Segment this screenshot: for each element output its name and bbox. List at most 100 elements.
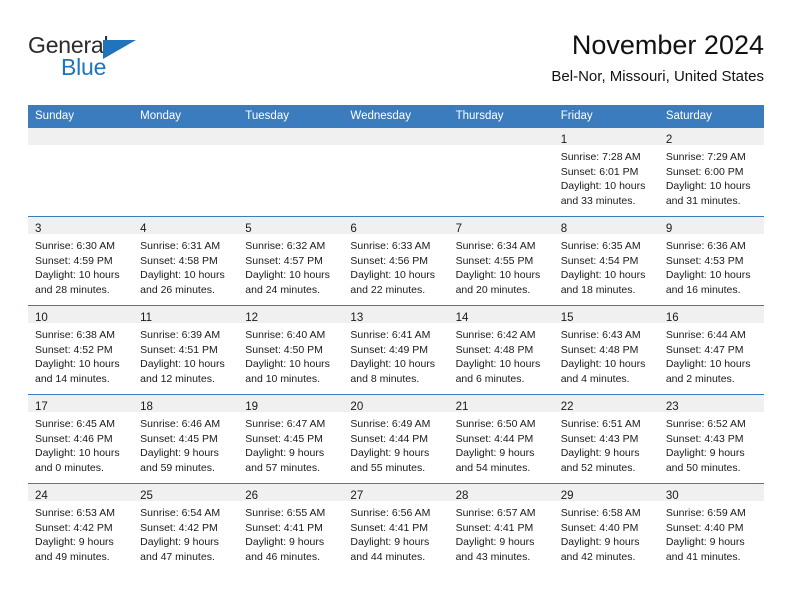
day-number: 5 [245, 223, 252, 235]
daylight-duration-line1: Daylight: 9 hours [350, 447, 430, 460]
day-number: 21 [455, 401, 469, 413]
sunrise-time: Sunrise: 7:28 AM [560, 151, 641, 163]
daylight-duration-line1: Daylight: 10 hours [455, 269, 541, 282]
calendar-day-cell[interactable]: 10 Sunrise: 6:38 AM Sunset: 4:52 PM Dayligh… [28, 305, 134, 395]
day-number: 4 [140, 223, 147, 235]
calendar-day-cell[interactable]: 1 Sunrise: 7:28 AM Sunset: 6:01 PM Daylight… [553, 127, 659, 217]
sunset-time: Sunset: 4:44 PM [350, 432, 429, 445]
day-number: 26 [245, 490, 259, 502]
weekday-header-tuesday: Tuesday [238, 105, 344, 128]
daylight-duration-line2: and 24 minutes. [245, 283, 320, 296]
day-number-band: 3 [28, 217, 134, 235]
calendar-day-cell[interactable]: 14 Sunrise: 6:42 AM Sunset: 4:48 PM Dayligh… [448, 305, 554, 395]
daylight-duration-line2: and 57 minutes. [245, 461, 320, 474]
day-number-band: 12 [238, 306, 344, 324]
calendar-day-cell[interactable]: 5 Sunrise: 6:32 AM Sunset: 4:57 PM Daylight… [238, 216, 344, 306]
sunrise-time: Sunrise: 6:31 AM [140, 240, 221, 252]
day-details: Sunrise: 6:33 AM Sunset: 4:56 PM Daylight:… [343, 234, 448, 297]
calendar-day-cell[interactable]: 29 Sunrise: 6:58 AM Sunset: 4:40 PM Dayligh… [553, 483, 659, 572]
sunset-time: Sunset: 4:40 PM [560, 521, 639, 534]
sunset-time: Sunset: 4:59 PM [35, 254, 113, 267]
day-details: Sunrise: 6:43 AM Sunset: 4:48 PM Daylight:… [554, 323, 659, 386]
day-details: Sunrise: 6:58 AM Sunset: 4:40 PM Daylight:… [554, 501, 659, 564]
day-details: Sunrise: 6:44 AM Sunset: 4:47 PM Daylight:… [659, 323, 764, 386]
calendar-day-cell[interactable]: 7 Sunrise: 6:34 AM Sunset: 4:55 PM Daylight… [448, 216, 554, 306]
day-number: 8 [560, 223, 568, 235]
calendar-day-cell[interactable]: 8 Sunrise: 6:35 AM Sunset: 4:54 PM Daylight… [553, 216, 659, 306]
location-subtitle: Bel-Nor, Missouri, United States [551, 68, 764, 85]
calendar-day-cell[interactable]: 6 Sunrise: 6:33 AM Sunset: 4:56 PM Daylight… [343, 216, 449, 306]
page-header: General Blue November 2024 Bel-Nor, Miss… [28, 28, 764, 98]
calendar-day-cell[interactable]: 20 Sunrise: 6:49 AM Sunset: 4:44 PM Dayligh… [343, 394, 449, 484]
day-number: 9 [665, 223, 673, 235]
sunset-time: Sunset: 4:42 PM [140, 521, 218, 534]
calendar-day-cell[interactable]: 4 Sunrise: 6:31 AM Sunset: 4:58 PM Daylight… [133, 216, 239, 306]
day-details: Sunrise: 6:59 AM Sunset: 4:40 PM Daylight:… [659, 501, 764, 564]
day-number: 19 [245, 401, 259, 413]
day-number-band: 26 [238, 484, 344, 502]
day-number-band: 7 [448, 217, 554, 235]
daylight-duration-line1: Daylight: 9 hours [455, 536, 535, 549]
day-number-band: 23 [658, 395, 764, 413]
calendar-day-cell[interactable]: 12 Sunrise: 6:40 AM Sunset: 4:50 PM Dayligh… [238, 305, 344, 395]
sunrise-time: Sunrise: 6:51 AM [560, 418, 641, 430]
daylight-duration-line1: Daylight: 9 hours [140, 447, 219, 460]
sunset-time: Sunset: 4:42 PM [35, 521, 113, 534]
calendar-day-cell[interactable]: 24 Sunrise: 6:53 AM Sunset: 4:42 PM Dayligh… [28, 483, 134, 572]
calendar-day-cell[interactable]: 27 Sunrise: 6:56 AM Sunset: 4:41 PM Dayligh… [343, 483, 449, 572]
calendar-day-cell[interactable]: 9 Sunrise: 6:36 AM Sunset: 4:53 PM Daylight… [658, 216, 764, 306]
daylight-duration-line1: Daylight: 10 hours [35, 447, 120, 460]
calendar-day-cell[interactable]: 17 Sunrise: 6:45 AM Sunset: 4:46 PM Dayligh… [28, 394, 134, 484]
sunrise-time: Sunrise: 6:38 AM [35, 329, 115, 341]
day-number-band: 6 [343, 217, 449, 235]
sunset-time: Sunset: 4:51 PM [140, 343, 218, 356]
calendar-day-cell[interactable]: 3 Sunrise: 6:30 AM Sunset: 4:59 PM Daylight… [28, 216, 134, 306]
daylight-duration-line2: and 6 minutes. [455, 372, 525, 385]
day-details: Sunrise: 6:40 AM Sunset: 4:50 PM Daylight:… [238, 323, 343, 386]
calendar-week-row: 24 Sunrise: 6:53 AM Sunset: 4:42 PM Dayligh… [28, 483, 764, 572]
calendar-day-cell[interactable]: 30 Sunrise: 6:59 AM Sunset: 4:40 PM Dayligh… [658, 483, 764, 572]
calendar-day-cell[interactable]: 11 Sunrise: 6:39 AM Sunset: 4:51 PM Dayligh… [133, 305, 239, 395]
sunset-time: Sunset: 4:46 PM [35, 432, 113, 445]
title-block: November 2024 Bel-Nor, Missouri, United … [551, 28, 764, 88]
day-details: Sunrise: 6:46 AM Sunset: 4:45 PM Daylight:… [133, 412, 238, 475]
calendar-day-cell[interactable]: 21 Sunrise: 6:50 AM Sunset: 4:44 PM Dayligh… [448, 394, 554, 484]
day-number: 17 [35, 401, 48, 413]
sunset-time: Sunset: 4:45 PM [140, 432, 218, 445]
sunrise-time: Sunrise: 6:36 AM [665, 240, 746, 252]
calendar-day-cell[interactable]: 13 Sunrise: 6:41 AM Sunset: 4:49 PM Dayligh… [343, 305, 449, 395]
weekday-header-saturday: Saturday [658, 105, 764, 128]
day-number-band: 2 [658, 128, 764, 146]
sunrise-time: Sunrise: 6:43 AM [560, 329, 641, 341]
day-number: 16 [665, 312, 679, 324]
day-number-band: 9 [658, 217, 764, 235]
day-number-band [448, 128, 554, 145]
day-number-band: 24 [28, 484, 134, 502]
sunrise-time: Sunrise: 6:59 AM [665, 507, 746, 519]
calendar-day-cell[interactable]: 2 Sunrise: 7:29 AM Sunset: 6:00 PM Daylight… [658, 127, 764, 217]
calendar-day-cell[interactable]: 22 Sunrise: 6:51 AM Sunset: 4:43 PM Dayligh… [553, 394, 659, 484]
sunset-time: Sunset: 4:45 PM [245, 432, 323, 445]
day-number-band: 4 [133, 217, 239, 235]
day-details: Sunrise: 6:35 AM Sunset: 4:54 PM Daylight:… [554, 234, 659, 297]
daylight-duration-line1: Daylight: 10 hours [560, 269, 646, 282]
daylight-duration-line2: and 59 minutes. [140, 461, 215, 474]
calendar-day-cell[interactable]: 19 Sunrise: 6:47 AM Sunset: 4:45 PM Dayligh… [238, 394, 344, 484]
calendar-day-cell[interactable]: 16 Sunrise: 6:44 AM Sunset: 4:47 PM Dayligh… [658, 305, 764, 395]
sunrise-sunset-calendar: Sunday Monday Tuesday Wednesday Thursday… [28, 105, 764, 572]
daylight-duration-line2: and 47 minutes. [140, 550, 215, 563]
calendar-day-cell[interactable]: 18 Sunrise: 6:46 AM Sunset: 4:45 PM Dayligh… [133, 394, 239, 484]
calendar-day-cell[interactable]: 23 Sunrise: 6:52 AM Sunset: 4:43 PM Dayligh… [658, 394, 764, 484]
sunrise-time: Sunrise: 6:47 AM [245, 418, 326, 430]
day-number: 29 [560, 490, 574, 502]
calendar-day-cell[interactable]: 28 Sunrise: 6:57 AM Sunset: 4:41 PM Dayligh… [448, 483, 554, 572]
general-blue-logo[interactable]: General Blue [28, 32, 208, 88]
daylight-duration-line1: Daylight: 10 hours [665, 180, 751, 193]
day-number: 1 [560, 134, 568, 146]
calendar-day-cell[interactable]: 26 Sunrise: 6:55 AM Sunset: 4:41 PM Dayligh… [238, 483, 344, 572]
calendar-day-cell-empty [448, 127, 554, 217]
daylight-duration-line2: and 50 minutes. [665, 461, 741, 474]
calendar-day-cell[interactable]: 25 Sunrise: 6:54 AM Sunset: 4:42 PM Dayligh… [133, 483, 239, 572]
day-number-band: 11 [133, 306, 239, 324]
calendar-day-cell[interactable]: 15 Sunrise: 6:43 AM Sunset: 4:48 PM Dayligh… [553, 305, 659, 395]
